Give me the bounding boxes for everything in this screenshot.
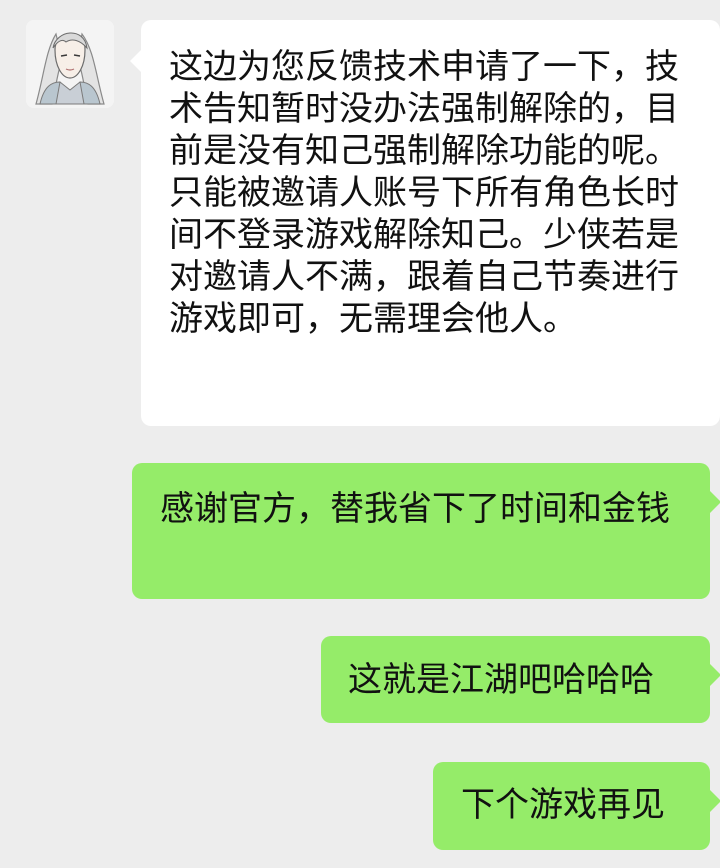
outgoing-message-bubble[interactable]: 下个游戏再见 — [433, 762, 720, 850]
outgoing-message-bubble[interactable]: 这就是江湖吧哈哈哈 — [321, 636, 720, 723]
incoming-message-bubble[interactable]: 这边为您反馈技术申请了一下，技术告知暂时没办法强制解除的，目前是没有知己强制解除… — [130, 20, 720, 426]
anime-character-avatar-icon — [26, 20, 114, 108]
contact-avatar[interactable] — [26, 20, 114, 108]
outgoing-message-bubble[interactable]: 感谢官方，替我省下了时间和金钱 — [132, 463, 720, 599]
outgoing-message-text: 这就是江湖吧哈哈哈 — [348, 660, 654, 700]
outgoing-message-text: 下个游戏再见 — [461, 785, 665, 825]
incoming-message-text: 这边为您反馈技术申请了一下，技术告知暂时没办法强制解除的，目前是没有知己强制解除… — [169, 47, 679, 339]
outgoing-message-text: 感谢官方，替我省下了时间和金钱 — [160, 489, 670, 529]
